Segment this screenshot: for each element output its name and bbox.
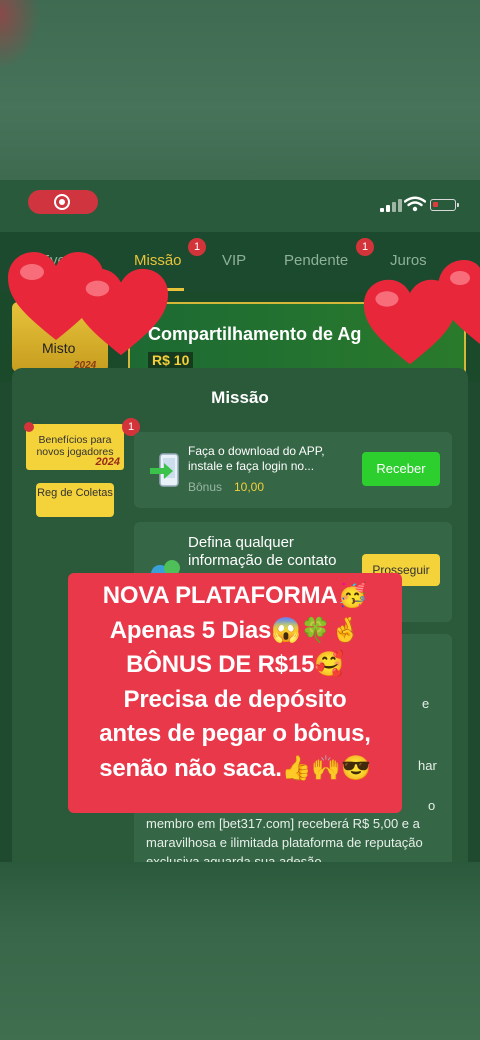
caption-line: senão não saca.👍🙌😎 bbox=[99, 754, 371, 782]
heart-icon bbox=[438, 260, 480, 344]
bonus-value: 10,00 bbox=[234, 480, 265, 494]
task-download-app: Faça o download do APP, instale e faça l… bbox=[134, 432, 452, 508]
blurred-shape bbox=[0, 0, 40, 70]
tab-vip[interactable]: VIP bbox=[222, 252, 246, 269]
promo-caption: NOVA PLATAFORMA🥳 Apenas 5 Dias😱🍀🤞 BÔNUS … bbox=[68, 573, 402, 813]
heart-icon bbox=[73, 268, 169, 356]
cellular-signal-icon bbox=[380, 198, 402, 212]
task-description: Defina qualquer informação de contato bbox=[188, 534, 337, 569]
blurred-background-bottom bbox=[0, 862, 480, 1040]
tab-pendente[interactable]: Pendente bbox=[284, 252, 348, 269]
misto-label: Misto bbox=[42, 340, 76, 356]
task-description: membro em [bet317.com] receberá R$ 5,00 … bbox=[146, 816, 423, 865]
bonus-label: Bônus bbox=[188, 480, 223, 494]
caption-line: antes de pegar o bônus, bbox=[99, 720, 371, 747]
caption-line: NOVA PLATAFORMA🥳 bbox=[102, 582, 368, 609]
caption-line: Apenas 5 Dias😱🍀🤞 bbox=[109, 616, 361, 644]
task-text-fragment: har bbox=[418, 758, 437, 773]
blurred-background-top bbox=[0, 0, 480, 180]
screen-recording-indicator[interactable] bbox=[28, 190, 98, 214]
task-description: Faça o download do APP, instale e faça l… bbox=[188, 444, 325, 473]
new-player-benefits-card[interactable]: Benefícios para novos jogadores 2024 1 bbox=[24, 418, 140, 470]
modal-title: Missão bbox=[211, 388, 269, 407]
tab-badge: 1 bbox=[188, 238, 206, 256]
banner-title: Compartilhamento de Ag bbox=[148, 324, 362, 344]
tab-badge: 1 bbox=[356, 238, 374, 256]
wifi-icon bbox=[404, 196, 426, 212]
record-icon bbox=[54, 194, 70, 210]
side-card-year: 2024 bbox=[95, 456, 120, 468]
phone-download-icon bbox=[150, 453, 179, 487]
reg-coletas-button[interactable]: Reg de Coletas bbox=[36, 483, 114, 517]
receive-button[interactable]: Receber bbox=[362, 452, 440, 486]
caption-line: BÔNUS DE R$15🥰 bbox=[126, 651, 344, 678]
gift-icon bbox=[24, 422, 34, 432]
task-text-fragment: e bbox=[422, 696, 430, 711]
side-card-text: Benefícios para novos jogadores bbox=[36, 434, 114, 458]
caption-line: Precisa de depósito bbox=[123, 685, 347, 713]
battery-icon bbox=[430, 199, 459, 211]
status-bar bbox=[0, 180, 480, 232]
task-text-fragment: o bbox=[428, 798, 436, 813]
